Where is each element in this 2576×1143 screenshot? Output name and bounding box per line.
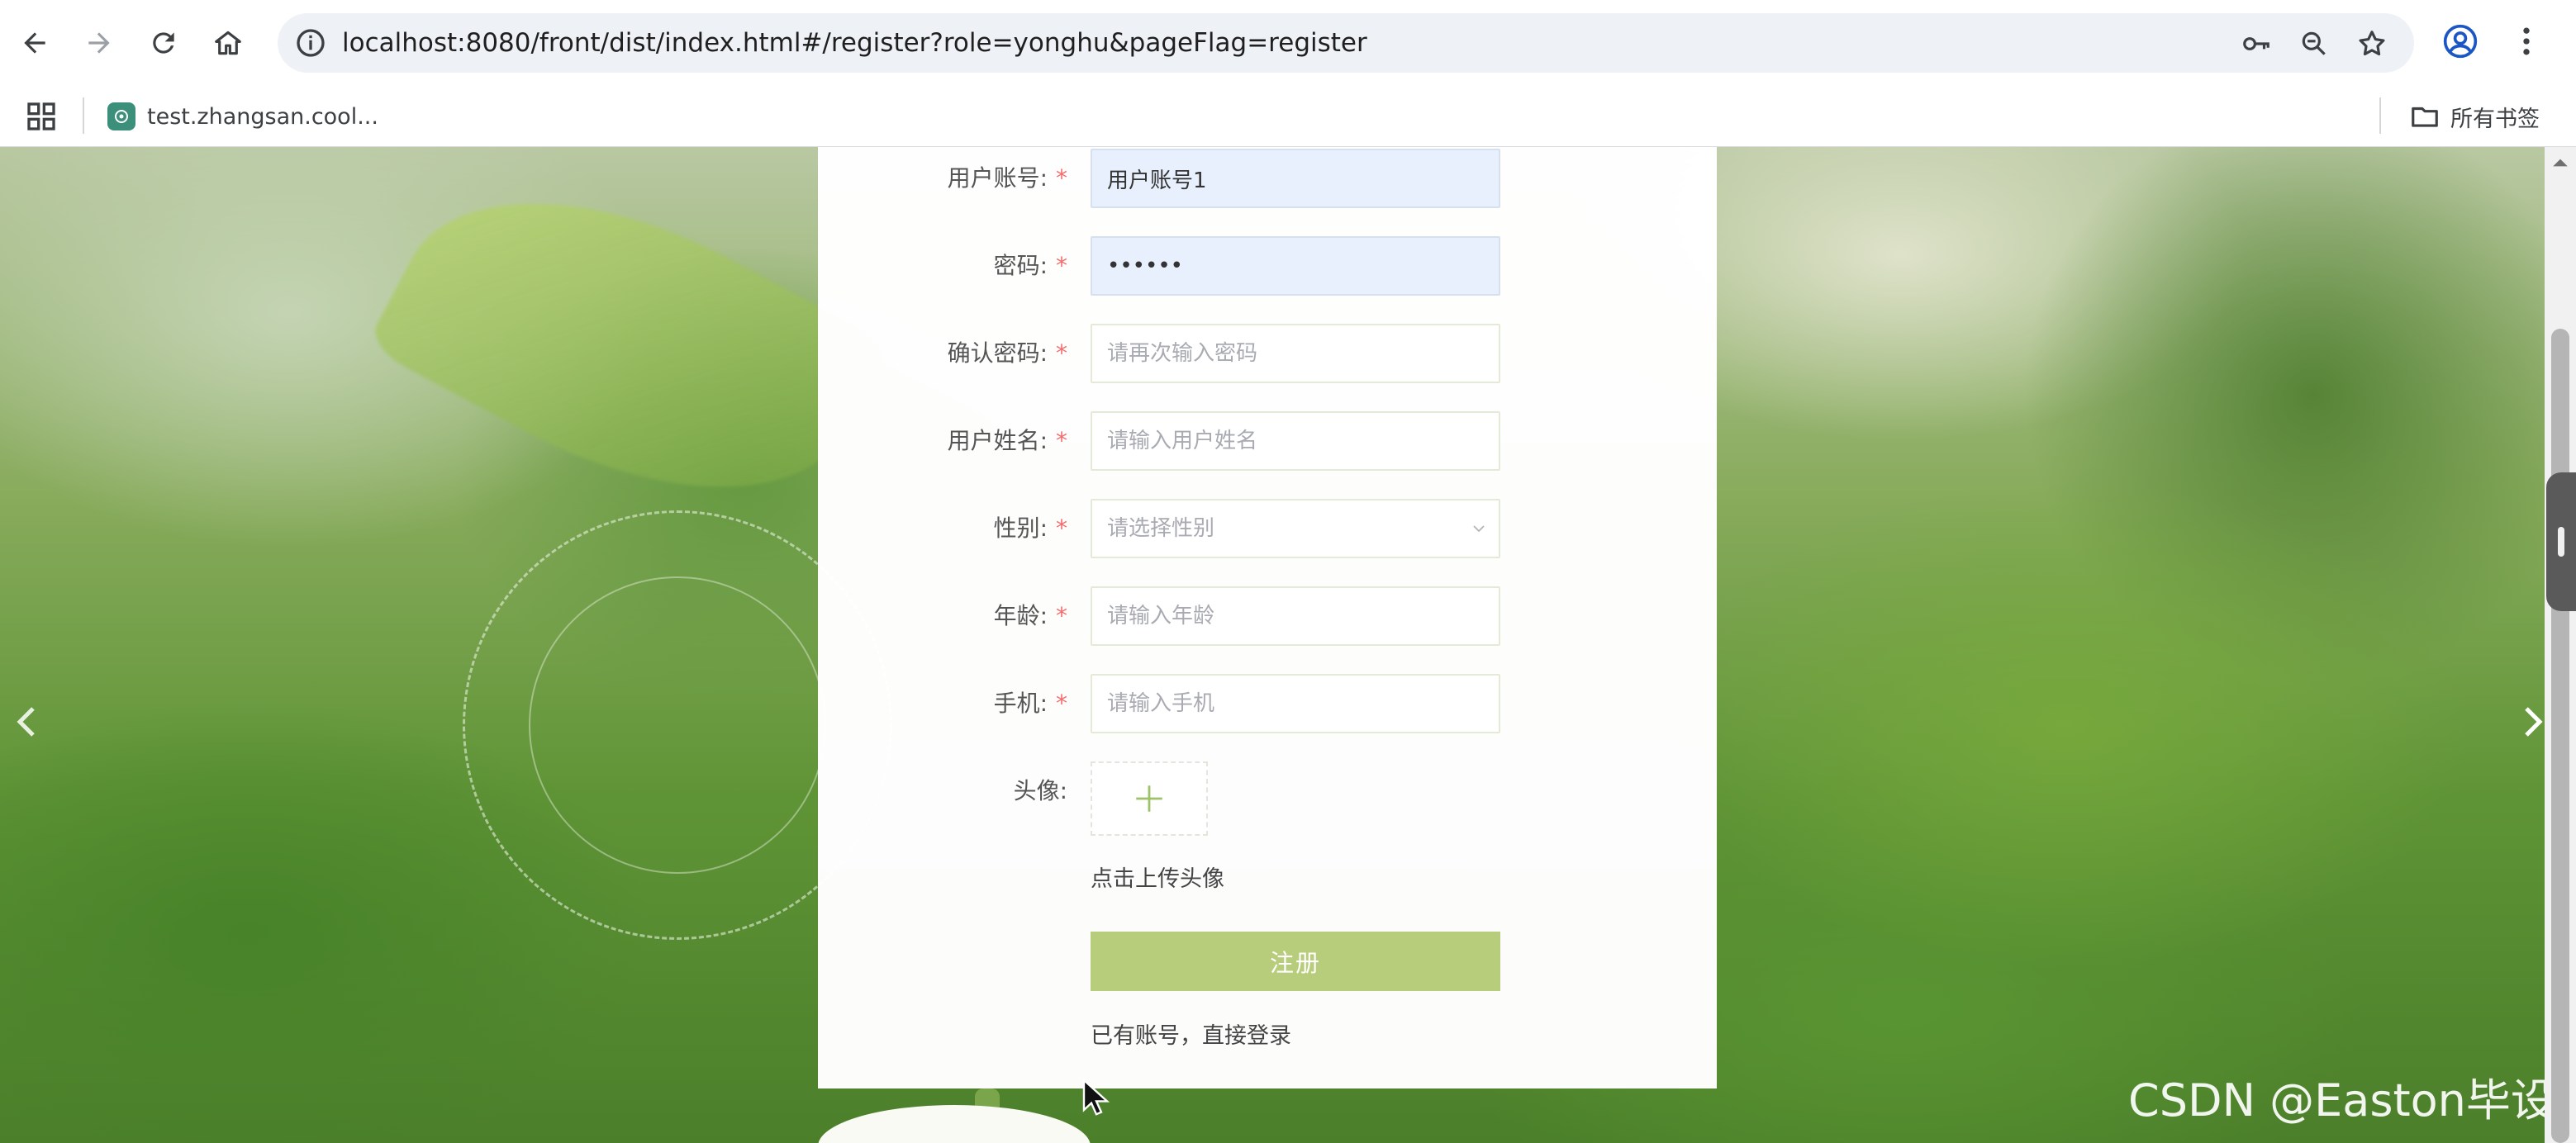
avatar-label: 头像: [1013, 777, 1067, 804]
address-bar[interactable]: localhost:8080/front/dist/index.html#/re… [278, 13, 2414, 73]
password-input[interactable] [1091, 236, 1500, 296]
form-row-confirm-password: 确认密码: * [818, 324, 1717, 383]
arrow-left-icon [24, 32, 45, 54]
age-label: 年龄: * [993, 602, 1067, 629]
form-row-name: 用户姓名: * [818, 411, 1717, 471]
bookmark-star-icon[interactable] [2356, 28, 2388, 59]
apps-grid-icon[interactable] [25, 100, 58, 133]
form-row-avatar: 头像: [818, 761, 1717, 841]
bookmarks-divider-right [2379, 97, 2381, 134]
upload-hint: 点击上传头像 [1091, 866, 1224, 892]
bookmarks-divider [83, 97, 84, 134]
confirm-password-label: 确认密码: * [947, 339, 1067, 367]
menu-dots-icon[interactable] [2508, 23, 2545, 59]
profile-icon[interactable] [2442, 23, 2479, 59]
confirm-password-input[interactable] [1091, 324, 1500, 383]
background-leaf [365, 147, 891, 563]
phone-input[interactable] [1091, 674, 1500, 733]
carousel-next-button[interactable] [2517, 697, 2545, 747]
home-button[interactable] [203, 18, 253, 68]
account-input[interactable] [1091, 149, 1500, 208]
account-label: 用户账号: * [947, 164, 1067, 192]
browser-toolbar: localhost:8080/front/dist/index.html#/re… [0, 0, 2576, 86]
form-row-phone: 手机: * [818, 674, 1717, 733]
forward-button[interactable] [74, 18, 124, 68]
chevron-left-icon [17, 707, 35, 737]
form-row-gender: 性别: * [818, 499, 1717, 558]
carousel-prev-button[interactable] [10, 697, 43, 747]
plus-icon [1136, 785, 1162, 812]
zoom-icon[interactable] [2298, 28, 2330, 59]
gender-select-input[interactable] [1091, 499, 1500, 558]
form-row-password: 密码: * [818, 236, 1717, 296]
bookmark-label: test.zhangsan.cool... [147, 103, 378, 130]
register-panel: 用户账号:* 密码:* 确认密码:* 用户姓名:* 性别:* 年龄:* [818, 147, 1717, 1088]
bookmark-item[interactable]: test.zhangsan.cool... [107, 97, 378, 135]
reload-icon [153, 32, 174, 54]
bookmarks-bar: test.zhangsan.cool... 所有书签 [0, 86, 2576, 147]
url-text[interactable]: localhost:8080/front/dist/index.html#/re… [342, 13, 1367, 73]
folder-icon [2412, 107, 2438, 127]
chevron-right-icon [2525, 707, 2543, 737]
page-scrollbar[interactable] [2545, 147, 2576, 1143]
handle-grip-icon [2558, 527, 2564, 557]
all-bookmarks-label: 所有书签 [2450, 106, 2540, 132]
background-flower [818, 1105, 1091, 1143]
password-key-icon[interactable] [2241, 28, 2272, 59]
site-info-icon[interactable] [294, 26, 327, 59]
form-row-account: 用户账号: * [818, 149, 1717, 208]
gender-label: 性别: * [993, 515, 1067, 542]
background-ring-inner [529, 576, 826, 874]
name-label: 用户姓名: * [947, 427, 1067, 454]
mouse-cursor-icon [1082, 1079, 1110, 1116]
register-button[interactable]: 注册 [1091, 932, 1500, 991]
required-mark: * [1056, 427, 1067, 454]
required-mark: * [1056, 164, 1067, 192]
back-button[interactable] [10, 18, 59, 68]
required-mark: * [1056, 339, 1067, 367]
scroll-up-arrow-icon[interactable] [2551, 154, 2569, 172]
required-mark: * [1056, 252, 1067, 279]
page-viewport: 用户账号:* 密码:* 确认密码:* 用户姓名:* 性别:* 年龄:* [0, 147, 2545, 1143]
avatar-upload-button[interactable] [1091, 761, 1208, 836]
gender-select[interactable] [1091, 499, 1500, 558]
age-input[interactable] [1091, 586, 1500, 646]
phone-label: 手机: * [993, 690, 1067, 717]
required-mark: * [1056, 515, 1067, 542]
password-label: 密码: * [993, 252, 1067, 279]
arrow-right-icon [88, 32, 110, 54]
reload-button[interactable] [139, 18, 188, 68]
side-panel-handle[interactable] [2546, 472, 2576, 611]
chevron-down-icon [1473, 525, 1485, 533]
watermark: CSDN @Easton毕设 [2128, 1074, 2545, 1126]
openai-favicon-icon [107, 102, 135, 130]
home-icon [215, 31, 241, 55]
login-link[interactable]: 已有账号，直接登录 [1091, 1017, 1291, 1050]
scroll-thumb[interactable] [2551, 329, 2569, 1143]
required-mark: * [1056, 602, 1067, 629]
form-row-age: 年龄: * [818, 586, 1717, 646]
required-mark: * [1056, 690, 1067, 717]
name-input[interactable] [1091, 411, 1500, 471]
all-bookmarks-button[interactable]: 所有书签 [2409, 97, 2540, 135]
